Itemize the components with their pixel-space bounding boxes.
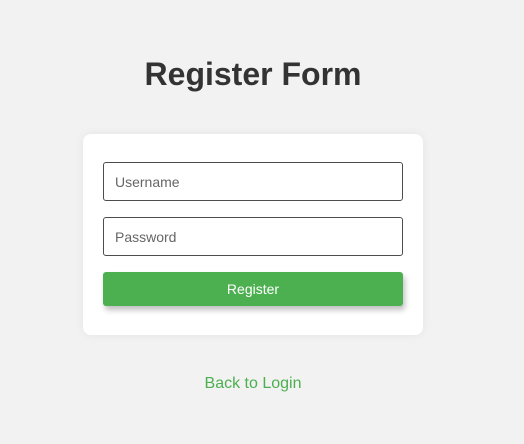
register-form-card: Register (83, 134, 423, 335)
username-input[interactable] (103, 162, 403, 201)
password-input[interactable] (103, 217, 403, 256)
register-button[interactable]: Register (103, 272, 403, 306)
back-to-login-link[interactable]: Back to Login (0, 374, 506, 394)
page-title: Register Form (144, 56, 362, 92)
